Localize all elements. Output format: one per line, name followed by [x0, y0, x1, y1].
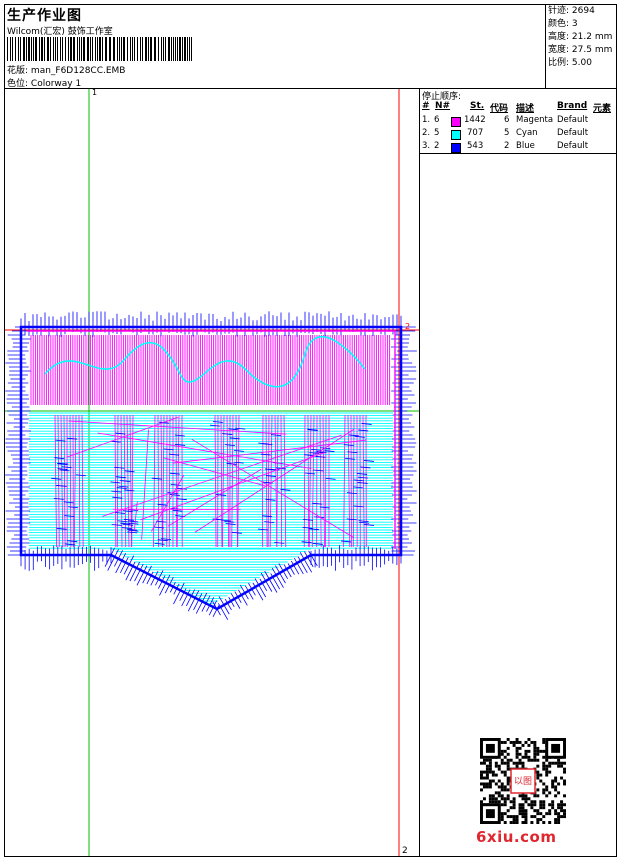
design-label: 花版:	[7, 66, 29, 76]
col-n: N#	[435, 101, 451, 111]
col-st: St.	[470, 101, 485, 111]
panel-separator	[420, 153, 617, 154]
stat-height: 高度: 21.2 mm	[548, 32, 613, 42]
stat-colors: 颜色: 3	[548, 19, 578, 29]
guide-label-right: 2	[405, 322, 410, 331]
qr-logo-text: 以图	[514, 776, 532, 787]
header: 生产作业图 Wilcom(汇宏) 鼓饰工作室 花版: man_F6D128CC.…	[5, 5, 545, 89]
barcode	[7, 37, 192, 61]
stop-row: 1. 6 1442 6 Magenta Default	[422, 115, 589, 127]
stop-sequence-header: # N# St. 代码 描述 Brand 元素	[420, 101, 617, 114]
design-stats: 针迹: 2694 颜色: 3 高度: 21.2 mm 宽度: 27.5 mm 比…	[548, 5, 616, 70]
color-swatch-blue	[451, 143, 461, 153]
design-canvas: 1 2 2	[5, 88, 419, 856]
col-brand: Brand	[557, 101, 588, 111]
color-swatch-magenta	[451, 117, 461, 127]
qr-code: 以图	[480, 738, 566, 824]
stat-width: 宽度: 27.5 mm	[548, 45, 613, 55]
col-desc: 描述	[516, 104, 535, 114]
color-swatch-cyan	[451, 130, 461, 140]
design-line: 花版: man_F6D128CC.EMB	[7, 63, 125, 76]
col-code: 代码	[490, 104, 509, 114]
stat-stitches: 针迹: 2694	[548, 6, 595, 16]
guide-label-bottom: 2	[402, 846, 408, 856]
guide-label-top: 1	[92, 89, 97, 97]
stat-scale: 比例: 5.00	[548, 58, 592, 68]
col-num: #	[422, 101, 430, 111]
stop-row: 2. 5 707 5 Cyan Default	[422, 128, 589, 140]
page-title: 生产作业图	[7, 8, 82, 24]
site-watermark: 6xiu.com	[476, 828, 557, 846]
col-element: 元素	[593, 104, 612, 114]
embroidery-preview: 1 2 2	[5, 88, 419, 856]
design-filename: man_F6D128CC.EMB	[30, 66, 126, 76]
company-name: Wilcom(汇宏) 鼓饰工作室	[7, 27, 113, 37]
header-divider	[545, 4, 546, 89]
